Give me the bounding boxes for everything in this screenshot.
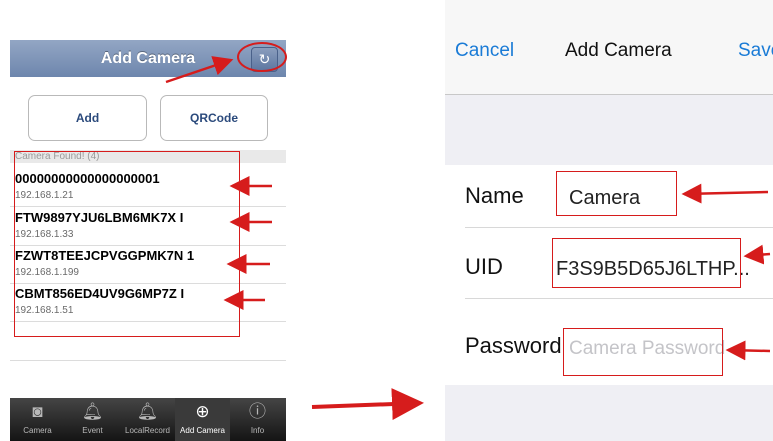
arrow-icon bbox=[681, 183, 769, 204]
annotation-arrows bbox=[165, 56, 771, 421]
arrow-icon bbox=[725, 340, 771, 361]
arrow-icon bbox=[311, 388, 424, 421]
arrow-icon bbox=[165, 56, 234, 84]
arrow-icon bbox=[743, 244, 771, 265]
